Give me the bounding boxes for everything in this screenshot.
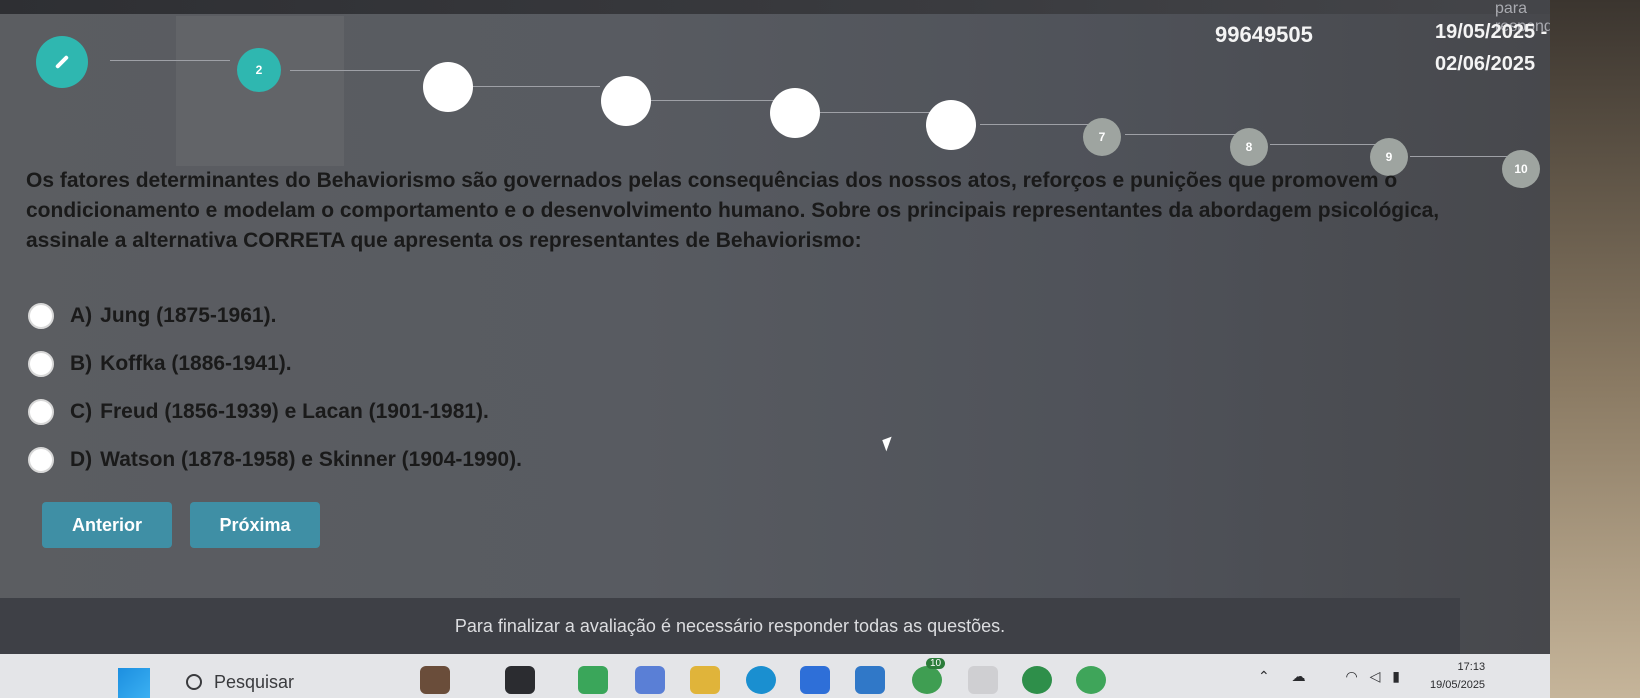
widgets-icon[interactable]	[420, 666, 450, 694]
option-letter: C)	[70, 400, 93, 423]
step-number: 9	[1385, 150, 1393, 164]
taskbar-clock[interactable]: 17:13 19/05/2025	[1430, 658, 1485, 694]
task-view-icon[interactable]	[505, 666, 535, 694]
step-7[interactable]: 7	[1083, 118, 1121, 156]
step-number: 7	[1098, 130, 1106, 144]
battery-icon[interactable]: ▮	[1392, 668, 1400, 684]
previous-button[interactable]: Anterior	[42, 502, 172, 548]
mail-icon[interactable]	[855, 666, 885, 694]
step-1[interactable]	[36, 36, 88, 88]
system-tray[interactable]: ⌃ ☁ ◠ ◁ ▮	[1258, 668, 1400, 685]
copilot-icon[interactable]	[578, 666, 608, 694]
clock-date: 19/05/2025	[1430, 679, 1486, 691]
question-text: Os fatores determinantes do Behaviorismo…	[26, 169, 1440, 252]
option-c[interactable]: C) Freud (1856-1939) e Lacan (1901-1981)…	[28, 388, 522, 436]
step-connector	[110, 60, 230, 61]
option-d[interactable]: D) Watson (1878-1958) e Skinner (1904-19…	[28, 436, 522, 484]
step-connector	[1125, 134, 1245, 135]
chrome-icon[interactable]	[1022, 666, 1052, 694]
speaker-icon[interactable]: ◁	[1370, 668, 1381, 684]
finish-notice: Para finalizar a avaliação é necessário …	[0, 598, 1460, 654]
browser-viewport: para responder 99649505 19/05/2025 - 02/…	[0, 0, 1590, 698]
step-connector	[645, 100, 775, 101]
notes-icon[interactable]	[968, 666, 998, 694]
step-number: 10	[1514, 162, 1528, 176]
step-10[interactable]: 10	[1502, 150, 1540, 188]
step-2[interactable]: 2	[237, 48, 281, 92]
step-3[interactable]	[423, 62, 473, 112]
step-number: 8	[1245, 140, 1253, 154]
next-button[interactable]: Próxima	[190, 502, 320, 548]
step-connector	[1270, 144, 1390, 145]
notification-badge: 10	[926, 658, 946, 669]
pencil-icon	[54, 54, 70, 70]
mouse-cursor-icon	[882, 436, 896, 452]
chrome-profile-icon[interactable]	[1076, 666, 1106, 694]
radio-button[interactable]	[28, 351, 54, 377]
taskbar-search[interactable]: Pesquisar	[186, 666, 366, 698]
step-connector	[290, 70, 420, 71]
option-letter: B)	[70, 352, 93, 375]
store-icon[interactable]	[800, 666, 830, 694]
option-text: Freud (1856-1939) e Lacan (1901-1981).	[100, 400, 489, 423]
radio-button[interactable]	[28, 399, 54, 425]
taskbar: Pesquisar 10 ⌃ ☁ ◠ ◁ ▮ 17:13 19/05/2025	[0, 654, 1590, 698]
teams-icon[interactable]	[635, 666, 665, 694]
radio-button[interactable]	[28, 303, 54, 329]
option-a[interactable]: A) Jung (1875-1961).	[28, 292, 522, 340]
search-placeholder: Pesquisar	[214, 671, 295, 692]
onedrive-icon[interactable]: ☁	[1292, 668, 1306, 684]
step-8[interactable]: 8	[1230, 128, 1268, 166]
question-stepper: 2 7 8 9 10	[0, 0, 1590, 190]
option-letter: A)	[70, 304, 93, 327]
chevron-up-icon[interactable]: ⌃	[1258, 668, 1270, 684]
step-connector	[980, 124, 1100, 125]
option-letter: D)	[70, 448, 93, 471]
step-number: 2	[255, 63, 263, 77]
clock-time: 17:13	[1457, 661, 1486, 673]
search-icon	[186, 674, 202, 690]
radio-button[interactable]	[28, 447, 54, 473]
whatsapp-icon[interactable]: 10	[912, 658, 946, 694]
file-explorer-icon[interactable]	[690, 666, 720, 694]
edge-browser-icon[interactable]	[746, 666, 776, 694]
windows-start-icon[interactable]	[118, 668, 150, 698]
desk-background	[1550, 0, 1640, 698]
answer-options: A) Jung (1875-1961). B) Koffka (1886-194…	[28, 292, 522, 484]
option-text: Jung (1875-1961).	[100, 304, 277, 327]
step-6[interactable]	[926, 100, 976, 150]
step-4[interactable]	[601, 76, 651, 126]
step-5[interactable]	[770, 88, 820, 138]
option-text: Koffka (1886-1941).	[100, 352, 292, 375]
step-connector	[1410, 156, 1510, 157]
wifi-icon[interactable]: ◠	[1346, 668, 1358, 684]
option-text: Watson (1878-1958) e Skinner (1904-1990)…	[100, 448, 522, 471]
option-b[interactable]: B) Koffka (1886-1941).	[28, 340, 522, 388]
finish-notice-text: Para finalizar a avaliação é necessário …	[454, 615, 1006, 636]
step-connector	[470, 86, 600, 87]
